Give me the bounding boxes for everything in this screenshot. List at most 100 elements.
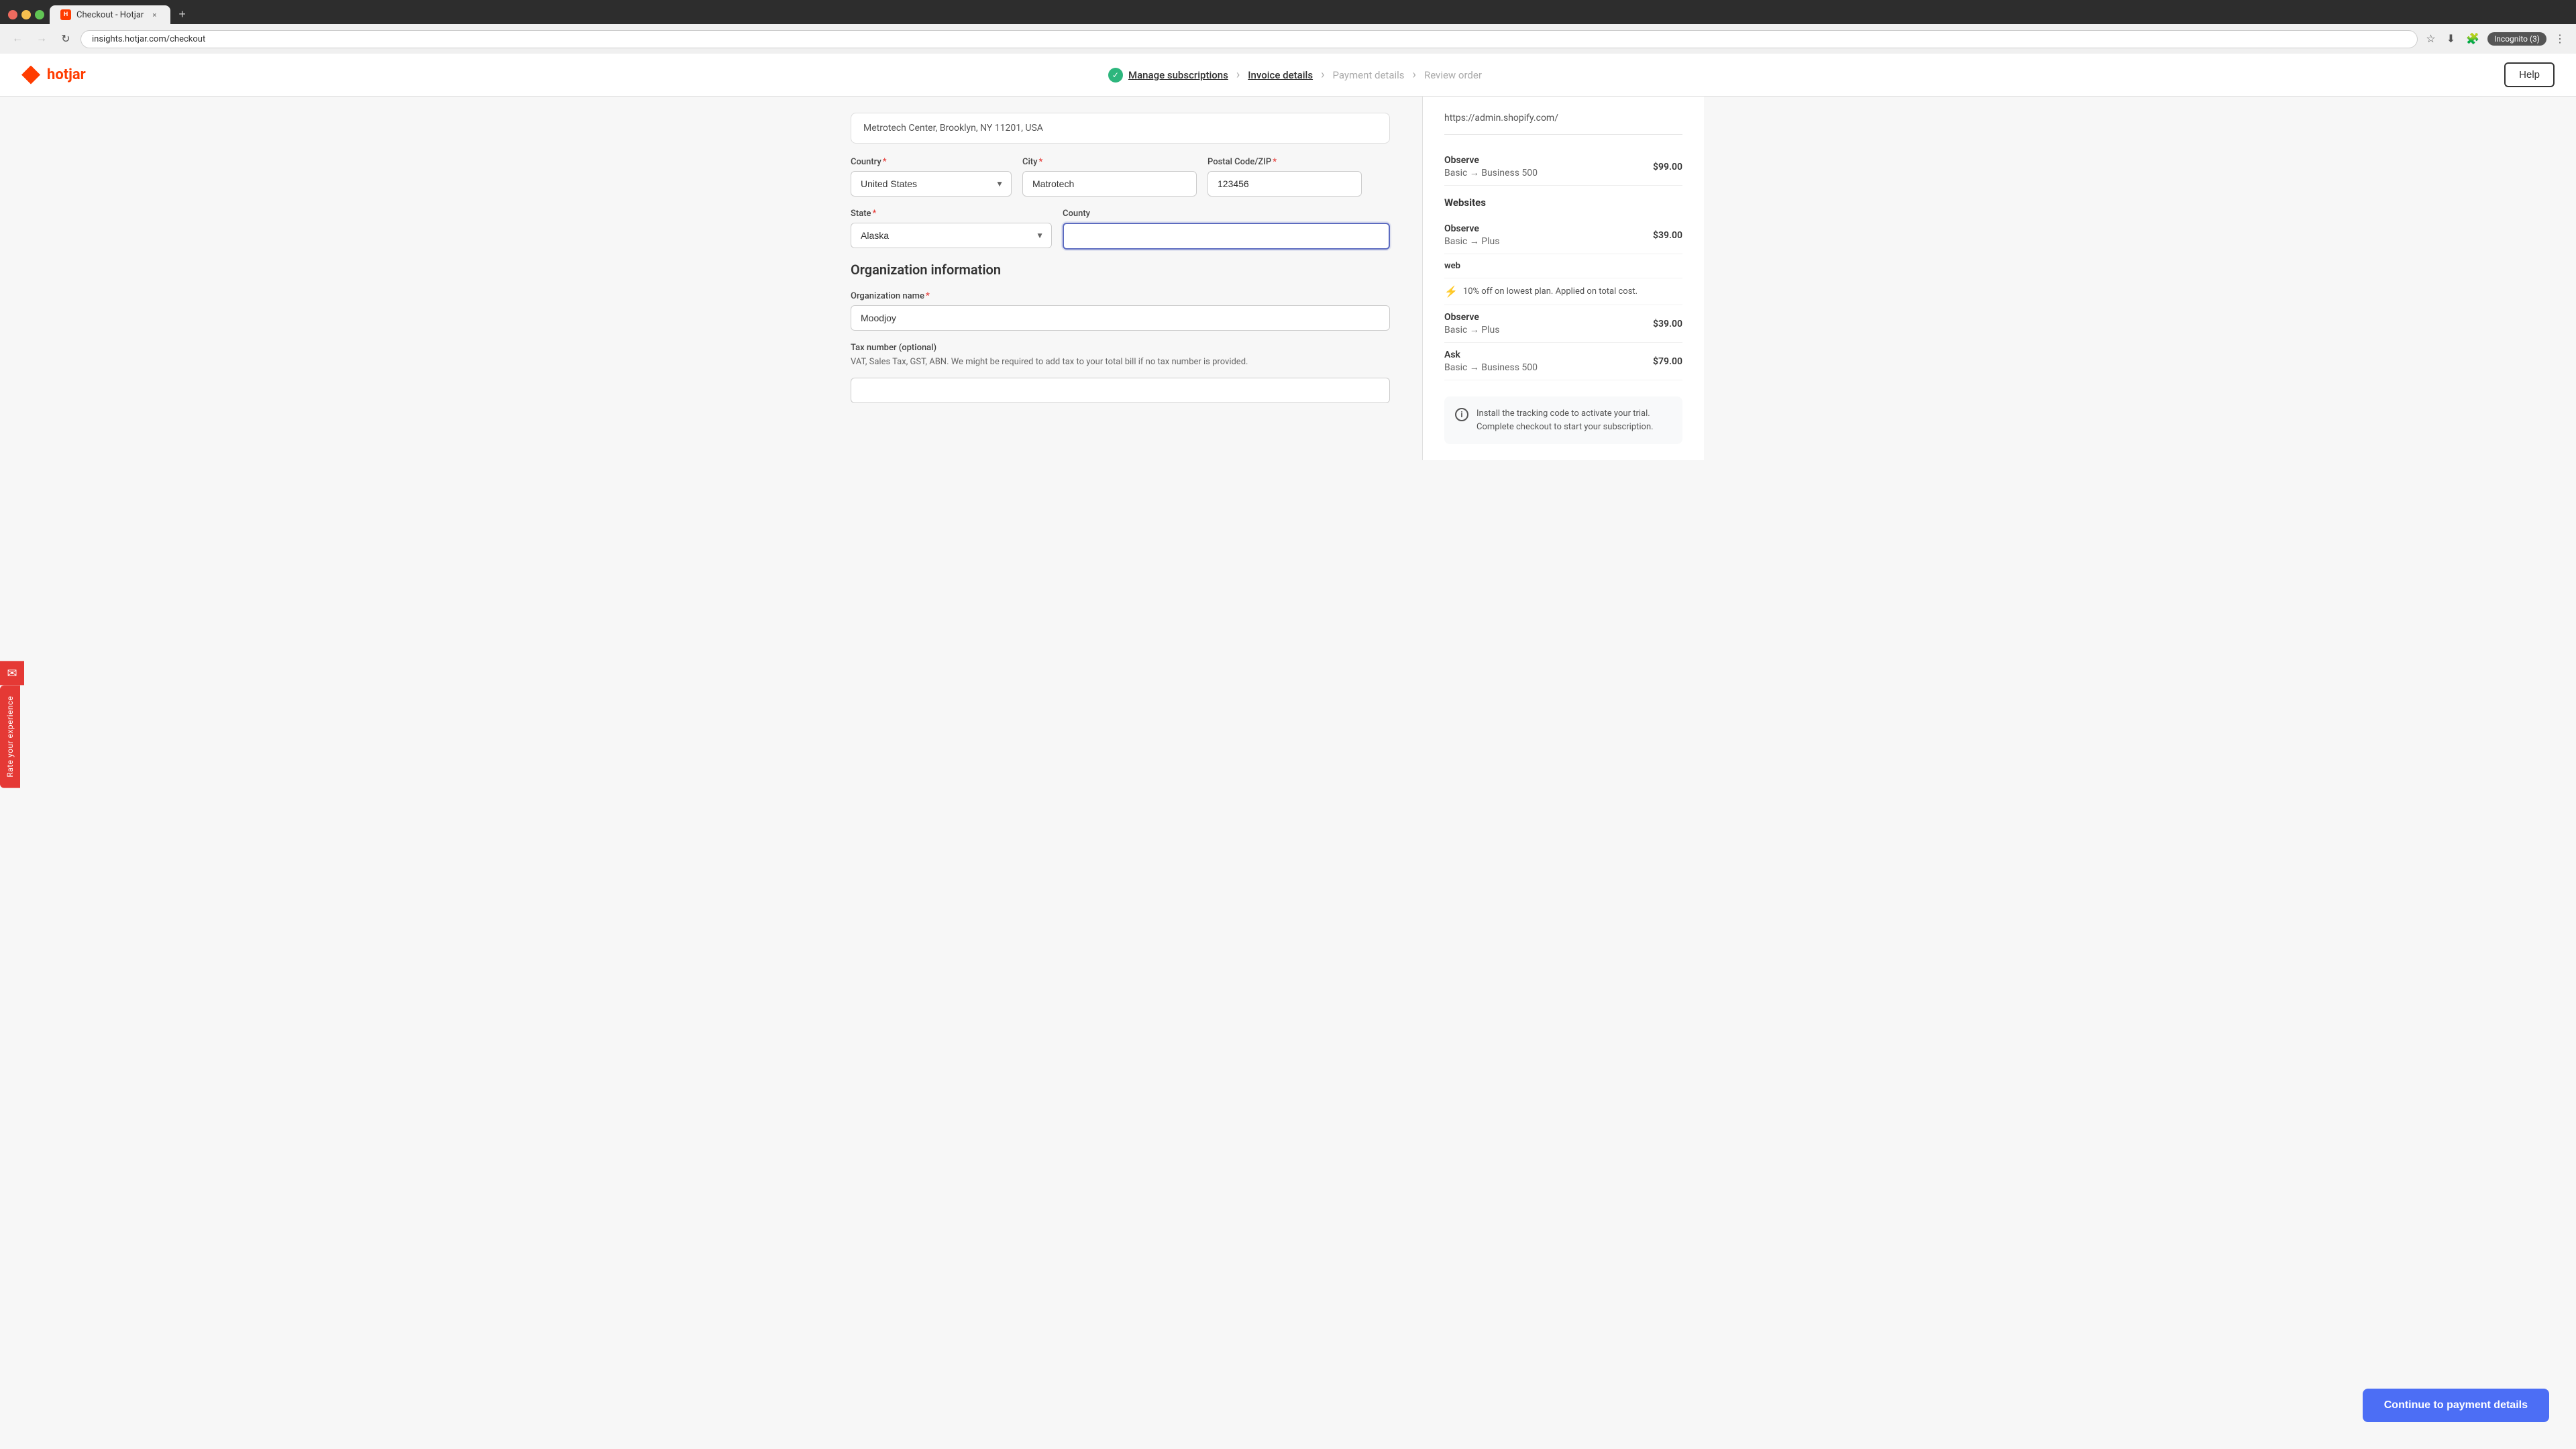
tax-number-group: Tax number (optional) VAT, Sales Tax, GS… bbox=[851, 343, 1390, 403]
order-row-observe-business: Observe Basic → Business 500 $99.00 bbox=[1444, 148, 1682, 186]
address-bar[interactable]: insights.hotjar.com/checkout bbox=[80, 30, 2418, 48]
info-icon: i bbox=[1455, 408, 1468, 421]
step-invoice-details[interactable]: Invoice details bbox=[1248, 69, 1313, 81]
forward-button[interactable]: → bbox=[32, 30, 51, 48]
county-input[interactable] bbox=[1063, 223, 1390, 250]
continue-to-payment-button[interactable]: Continue to payment details bbox=[2363, 1389, 2549, 1422]
new-tab-button[interactable]: + bbox=[173, 7, 191, 24]
order-price-2: $39.00 bbox=[1653, 230, 1682, 241]
rate-experience-tab[interactable]: Rate your experience bbox=[0, 685, 20, 788]
step-payment-label: Payment details bbox=[1332, 69, 1404, 81]
tax-input[interactable] bbox=[851, 378, 1390, 403]
extensions-button[interactable]: 🧩 bbox=[2463, 30, 2482, 48]
country-group: Country* United States ▼ bbox=[851, 157, 1012, 197]
state-select[interactable]: Alaska bbox=[851, 223, 1052, 248]
postal-input[interactable] bbox=[1208, 171, 1362, 197]
address-text: Metrotech Center, Brooklyn, NY 11201, US… bbox=[863, 123, 1043, 133]
tab-favicon: H bbox=[60, 9, 71, 20]
tax-note: VAT, Sales Tax, GST, ABN. We might be re… bbox=[851, 357, 1390, 367]
order-row-info-3: Observe Basic → Plus bbox=[1444, 312, 1499, 335]
back-button[interactable]: ← bbox=[8, 30, 27, 48]
city-input[interactable] bbox=[1022, 171, 1197, 197]
county-label: County bbox=[1063, 209, 1390, 219]
rate-icon: ✉ bbox=[0, 661, 24, 685]
step-manage-label[interactable]: Manage subscriptions bbox=[1128, 69, 1228, 81]
order-product-1: Observe bbox=[1444, 155, 1538, 166]
county-group: County bbox=[1063, 209, 1390, 250]
order-detail-4: Basic → Business 500 bbox=[1444, 362, 1538, 373]
help-button[interactable]: Help bbox=[2504, 62, 2555, 87]
step-check-icon: ✓ bbox=[1108, 68, 1123, 83]
discount-icon: ⚡ bbox=[1444, 285, 1458, 298]
rate-experience-sidebar[interactable]: ✉ Rate your experience bbox=[0, 661, 24, 788]
tab-bar: H Checkout - Hotjar × + bbox=[50, 5, 191, 24]
location-row-1: Country* United States ▼ City* Postal Co… bbox=[851, 157, 1390, 197]
org-name-input[interactable] bbox=[851, 305, 1390, 331]
tax-label: Tax number (optional) bbox=[851, 343, 1390, 353]
sidebar-url: https://admin.shopify.com/ bbox=[1444, 113, 1682, 135]
org-name-row: Organization name* bbox=[851, 291, 1390, 331]
maximize-window-button[interactable] bbox=[35, 10, 44, 19]
order-row-info-1: Observe Basic → Business 500 bbox=[1444, 155, 1538, 178]
step-invoice-label[interactable]: Invoice details bbox=[1248, 69, 1313, 81]
city-label: City* bbox=[1022, 157, 1197, 167]
browser-nav: ← → ↻ insights.hotjar.com/checkout ☆ ⬇ 🧩… bbox=[0, 24, 2576, 54]
download-button[interactable]: ⬇ bbox=[2444, 30, 2458, 48]
country-label: Country* bbox=[851, 157, 1012, 167]
form-section: Metrotech Center, Brooklyn, NY 11201, US… bbox=[818, 97, 1422, 460]
step-review-order: Review order bbox=[1424, 69, 1482, 81]
browser-titlebar: H Checkout - Hotjar × + bbox=[8, 5, 2568, 24]
step-review-label: Review order bbox=[1424, 69, 1482, 81]
order-product-4: Ask bbox=[1444, 350, 1538, 360]
city-group: City* bbox=[1022, 157, 1197, 197]
close-window-button[interactable] bbox=[8, 10, 17, 19]
hotjar-logo: hotjar bbox=[21, 66, 86, 85]
step-payment-details: Payment details bbox=[1332, 69, 1404, 81]
url-text: insights.hotjar.com/checkout bbox=[92, 34, 205, 44]
country-select[interactable]: United States bbox=[851, 171, 1012, 197]
org-name-label: Organization name* bbox=[851, 291, 1390, 301]
tab-close-button[interactable]: × bbox=[149, 9, 160, 20]
order-detail-3: Basic → Plus bbox=[1444, 324, 1499, 335]
logo-icon bbox=[21, 66, 40, 85]
browser-chrome: H Checkout - Hotjar × + bbox=[0, 0, 2576, 24]
chevron-icon-2: › bbox=[1321, 68, 1324, 82]
discount-detail-row: ⚡ 10% off on lowest plan. Applied on tot… bbox=[1444, 278, 1682, 305]
more-options-button[interactable]: ⋮ bbox=[2552, 30, 2568, 48]
postal-label: Postal Code/ZIP* bbox=[1208, 157, 1362, 167]
checkout-steps-nav: ✓ Manage subscriptions › Invoice details… bbox=[86, 68, 2504, 83]
country-select-wrapper: United States ▼ bbox=[851, 171, 1012, 197]
tab-title: Checkout - Hotjar bbox=[76, 10, 144, 20]
order-row-info-4: Ask Basic → Business 500 bbox=[1444, 350, 1538, 373]
state-select-wrapper: Alaska ▼ bbox=[851, 223, 1052, 248]
bookmark-button[interactable]: ☆ bbox=[2423, 30, 2438, 48]
org-section-title: Organization information bbox=[851, 262, 1390, 278]
install-notice-text: Install the tracking code to activate yo… bbox=[1477, 407, 1672, 433]
main-layout: Metrotech Center, Brooklyn, NY 11201, US… bbox=[818, 97, 1758, 460]
browser-tab-active[interactable]: H Checkout - Hotjar × bbox=[50, 5, 170, 24]
websites-section-title: Websites bbox=[1444, 197, 1682, 209]
discount-row-web: web bbox=[1444, 254, 1682, 278]
order-detail-1: Basic → Business 500 bbox=[1444, 167, 1538, 178]
order-row-ask-business: Ask Basic → Business 500 $79.00 bbox=[1444, 343, 1682, 380]
order-price-3: $39.00 bbox=[1653, 319, 1682, 329]
order-price-1: $99.00 bbox=[1653, 162, 1682, 172]
postal-group: Postal Code/ZIP* bbox=[1208, 157, 1362, 197]
location-row-2: State* Alaska ▼ County bbox=[851, 209, 1390, 250]
step-manage-subscriptions[interactable]: ✓ Manage subscriptions bbox=[1108, 68, 1228, 83]
minimize-window-button[interactable] bbox=[21, 10, 31, 19]
install-tracking-notice: i Install the tracking code to activate … bbox=[1444, 396, 1682, 444]
address-preview: Metrotech Center, Brooklyn, NY 11201, US… bbox=[851, 113, 1390, 144]
incognito-badge: Incognito (3) bbox=[2487, 32, 2546, 46]
app-header: hotjar ✓ Manage subscriptions › Invoice … bbox=[0, 54, 2576, 97]
reload-button[interactable]: ↻ bbox=[56, 30, 75, 48]
org-name-group: Organization name* bbox=[851, 291, 1390, 331]
order-summary-sidebar: https://admin.shopify.com/ Observe Basic… bbox=[1422, 97, 1704, 460]
state-group: State* Alaska ▼ bbox=[851, 209, 1052, 250]
order-row-observe-plus-1: Observe Basic → Plus $39.00 bbox=[1444, 217, 1682, 254]
logo-text: hotjar bbox=[47, 66, 86, 83]
state-label: State* bbox=[851, 209, 1052, 219]
discount-product-label: web bbox=[1444, 261, 1460, 271]
order-price-4: $79.00 bbox=[1653, 356, 1682, 367]
order-detail-2: Basic → Plus bbox=[1444, 235, 1499, 247]
